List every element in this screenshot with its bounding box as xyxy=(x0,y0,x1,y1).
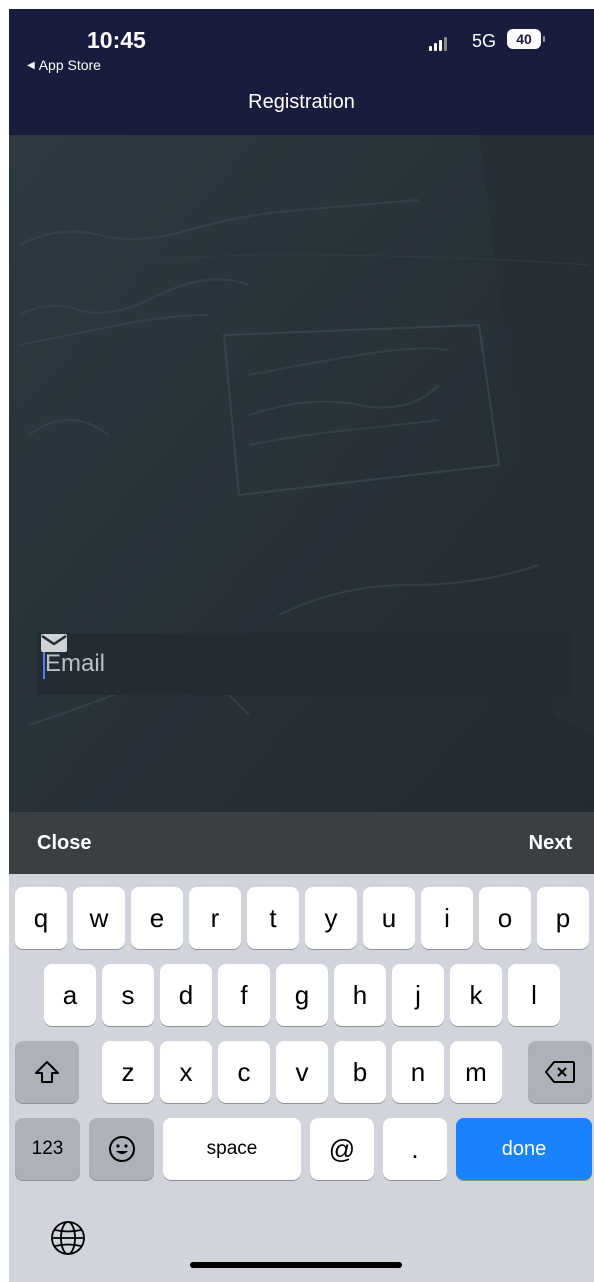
close-button[interactable]: Close xyxy=(37,832,91,855)
key-r[interactable]: r xyxy=(189,887,241,949)
key-f[interactable]: f xyxy=(218,964,270,1026)
back-to-app-store[interactable]: ◀ App Store xyxy=(27,57,101,73)
key-m[interactable]: m xyxy=(450,1041,502,1103)
dot-key[interactable]: . xyxy=(383,1118,447,1180)
key-s[interactable]: s xyxy=(102,964,154,1026)
key-t[interactable]: t xyxy=(247,887,299,949)
shift-icon xyxy=(35,1061,59,1083)
key-a[interactable]: a xyxy=(44,964,96,1026)
keyboard: q w e r t y u i o p a s d f g h j k l z … xyxy=(9,874,594,1282)
key-n[interactable]: n xyxy=(392,1041,444,1103)
keyboard-accessory-bar: Close Next xyxy=(9,812,594,874)
status-bar: 10:45 ◀ App Store 5G 40 Registration xyxy=(9,9,594,135)
mail-icon xyxy=(41,634,67,652)
backspace-key[interactable] xyxy=(528,1041,592,1103)
shift-key[interactable] xyxy=(15,1041,79,1103)
key-w[interactable]: w xyxy=(73,887,125,949)
emoji-key[interactable] xyxy=(89,1118,154,1180)
backspace-icon xyxy=(545,1061,575,1083)
app-frame: 10:45 ◀ App Store 5G 40 Registration Ema… xyxy=(9,9,594,1282)
background-image xyxy=(9,135,594,812)
page-title: Registration xyxy=(248,91,355,113)
back-arrow-icon: ◀ xyxy=(27,59,35,71)
key-u[interactable]: u xyxy=(363,887,415,949)
status-time: 10:45 xyxy=(87,27,146,53)
key-e[interactable]: e xyxy=(131,887,183,949)
back-app-label: App Store xyxy=(38,57,101,73)
key-b[interactable]: b xyxy=(334,1041,386,1103)
key-y[interactable]: y xyxy=(305,887,357,949)
key-g[interactable]: g xyxy=(276,964,328,1026)
space-key[interactable]: space xyxy=(163,1118,301,1180)
battery-level: 40 xyxy=(516,31,532,47)
key-q[interactable]: q xyxy=(15,887,67,949)
key-k[interactable]: k xyxy=(450,964,502,1026)
key-h[interactable]: h xyxy=(334,964,386,1026)
key-o[interactable]: o xyxy=(479,887,531,949)
emoji-icon xyxy=(108,1136,135,1162)
key-x[interactable]: x xyxy=(160,1041,212,1103)
key-c[interactable]: c xyxy=(218,1041,270,1103)
key-p[interactable]: p xyxy=(537,887,589,949)
email-field[interactable] xyxy=(37,633,572,695)
email-input[interactable] xyxy=(45,650,485,678)
key-z[interactable]: z xyxy=(102,1041,154,1103)
network-type: 5G xyxy=(472,31,497,51)
key-v[interactable]: v xyxy=(276,1041,328,1103)
battery-icon: 40 xyxy=(507,29,545,49)
numbers-key[interactable]: 123 xyxy=(15,1118,80,1180)
at-key[interactable]: @ xyxy=(310,1118,374,1180)
next-button[interactable]: Next xyxy=(529,832,572,855)
key-d[interactable]: d xyxy=(160,964,212,1026)
key-j[interactable]: j xyxy=(392,964,444,1026)
home-indicator[interactable] xyxy=(190,1262,402,1268)
key-l[interactable]: l xyxy=(508,964,560,1026)
globe-icon[interactable] xyxy=(49,1219,87,1257)
done-key[interactable]: done xyxy=(456,1118,592,1180)
cellular-signal-icon xyxy=(429,37,447,51)
key-i[interactable]: i xyxy=(421,887,473,949)
chalkboard-illustration xyxy=(9,135,594,812)
